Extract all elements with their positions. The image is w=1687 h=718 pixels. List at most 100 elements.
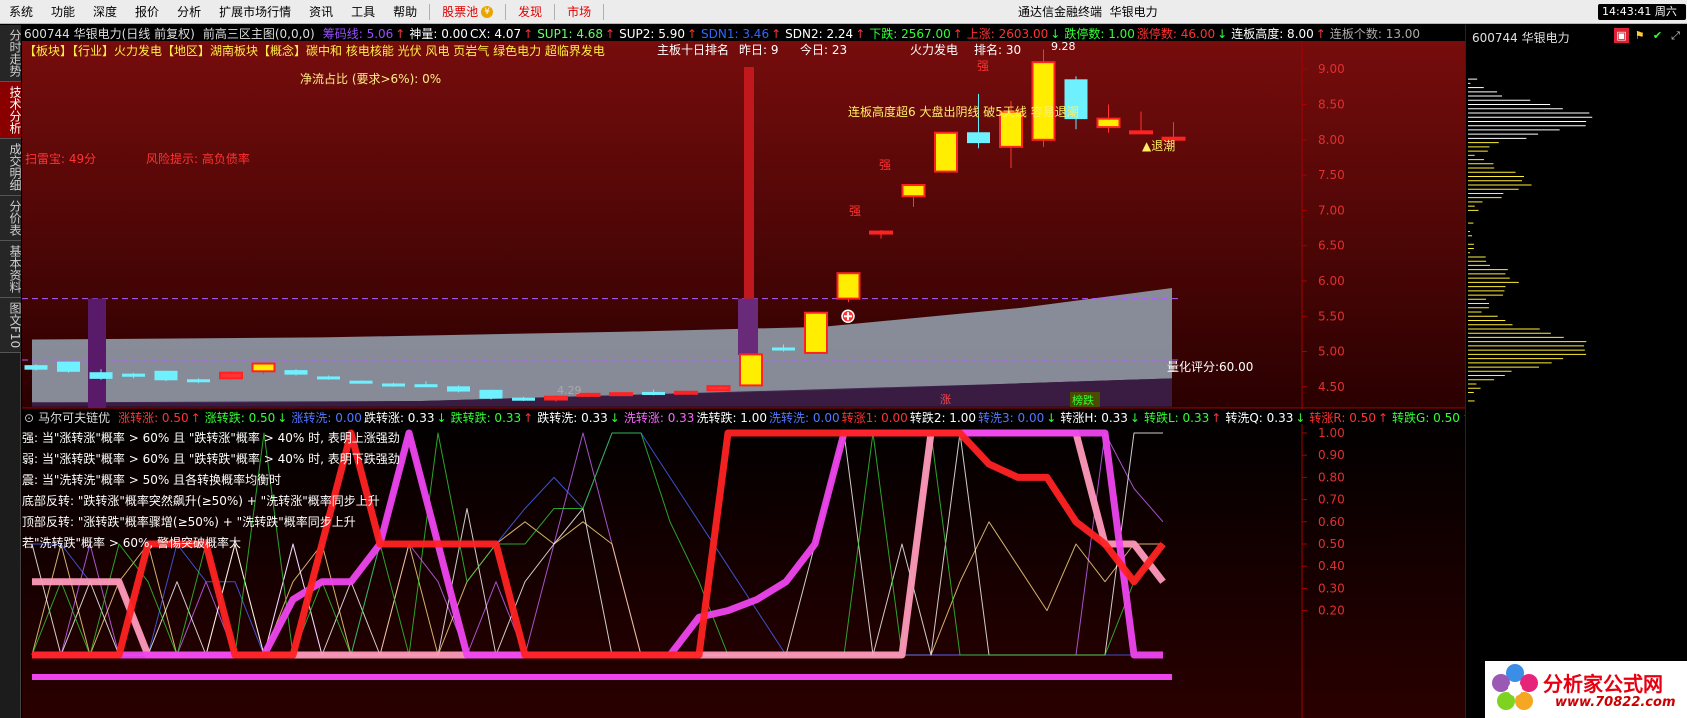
candle-body-up	[1031, 61, 1056, 141]
indicator-axis-label: 0.90	[1318, 448, 1345, 462]
menu-red-item-2[interactable]: 市场	[558, 0, 600, 24]
indicator-value: 转涨1: 0.00	[841, 411, 908, 425]
candle[interactable]	[836, 272, 861, 303]
retreat-label: ▲退潮	[1142, 138, 1175, 153]
strong-label: 强	[879, 158, 891, 172]
candle[interactable]	[24, 364, 48, 371]
menu-item-2[interactable]: 深度	[84, 0, 126, 24]
indicator-axis-label: 1.00	[1318, 426, 1345, 440]
candle[interactable]	[447, 385, 470, 393]
left-tab-0[interactable]: 分时走势	[0, 25, 22, 82]
candle[interactable]	[1031, 49, 1056, 147]
menu-item-1[interactable]: 功能	[42, 0, 84, 24]
candle[interactable]	[479, 389, 503, 400]
candle[interactable]	[706, 385, 731, 392]
indicator-note: 弱: 当"涨转跌"概率 > 60% 且 "跌转跌"概率 > 40% 时, 表明下…	[22, 452, 400, 466]
candle-body-down	[349, 380, 373, 384]
header-value: ↑	[395, 27, 406, 41]
kline-chart[interactable]: 9.00 8.50 8.00 7.50 7.00 6.50 6.00 5.50 5.00 4.50…	[22, 25, 1465, 718]
indicator-name[interactable]: 马尔可夫链优	[38, 411, 110, 425]
left-tab-3[interactable]: 分价表	[0, 196, 22, 241]
menu-red-item-0[interactable]: 股票池 ¥	[433, 0, 502, 24]
indicator-note: 若"洗转跌"概率 > 60%, 警惕突破概率大	[22, 536, 242, 550]
menu-red-item-1[interactable]: 发现	[509, 0, 551, 24]
candle-body-down	[187, 379, 210, 383]
header-value: ↑	[605, 27, 616, 41]
menu-item-7[interactable]: 工具	[342, 0, 384, 24]
indicator-value: 洗转洗: 0.00	[769, 411, 840, 425]
candle[interactable]	[219, 371, 243, 380]
purple-bar-mid	[738, 298, 758, 356]
menu-separator	[505, 3, 507, 20]
candle-body-up	[836, 272, 861, 300]
purple-bar-left	[88, 298, 106, 408]
menu-item-3[interactable]: 报价	[126, 0, 168, 24]
candle-body-down	[284, 370, 308, 375]
header-value: 连板高度: 8.00	[1231, 27, 1314, 41]
indicator-value: ↑	[190, 411, 201, 425]
candle-body-down	[89, 372, 113, 379]
candle[interactable]	[739, 353, 763, 387]
menu-item-8[interactable]: 帮助	[384, 0, 426, 24]
left-tab-2[interactable]: 成交明细	[0, 139, 22, 196]
right-panel: 600744 华银电力 ▣ ⚑ ✔ ⤢	[1465, 25, 1687, 718]
menu-item-6[interactable]: 资讯	[300, 0, 342, 24]
clock: 14:43:41 周六	[1598, 4, 1686, 20]
menu-item-4[interactable]: 分析	[168, 0, 210, 24]
candle[interactable]	[284, 369, 308, 376]
candle-body-down	[24, 365, 48, 370]
menu-item-0[interactable]: 系统	[0, 0, 42, 24]
flower-icon	[1492, 664, 1538, 710]
header-value: 筹码线: 5.06	[322, 27, 394, 41]
candle[interactable]	[934, 131, 958, 173]
candle-body-down	[154, 370, 178, 381]
indicator-value: 涨转跌: 0.50	[204, 411, 276, 425]
candle-body-down	[642, 391, 665, 395]
indicator-axis-label: 0.50	[1318, 537, 1345, 551]
candle-body-down	[479, 389, 503, 399]
left-tab-5[interactable]: 图文F10	[0, 298, 22, 354]
menu-separator	[603, 3, 605, 20]
candle[interactable]	[349, 380, 373, 384]
price-axis-label: 8.50	[1318, 98, 1345, 112]
candle-body-up	[804, 311, 828, 354]
candle-body-up	[674, 390, 698, 395]
indicator-value: 跌转洗: 0.33	[537, 411, 608, 425]
indicator-value: 转跌G: 0.50	[1392, 411, 1460, 425]
candle[interactable]	[609, 392, 633, 397]
rank-label: 主板十日排名	[657, 42, 729, 57]
header-value: ↑	[686, 27, 698, 41]
rank-yesterday: 昨日: 9	[739, 43, 779, 57]
indicator-axis-label: 0.20	[1318, 604, 1345, 618]
candle[interactable]	[804, 311, 828, 354]
indicator-value: 转跌2: 1.00	[909, 411, 977, 425]
indicator-value: 转洗3: 0.00	[978, 411, 1045, 425]
header-value: ↓	[1050, 27, 1061, 41]
rank-today: 今日: 23	[800, 42, 847, 57]
indicator-header: ⊙ 马尔可夫链优 涨转涨: 0.50 ↑ 涨转跌: 0.50 ↓ 涨转洗: 0.00 跌转涨:…	[24, 409, 1476, 426]
candle-body-up	[901, 183, 926, 198]
header-value: ↑	[855, 27, 866, 41]
left-tab-4[interactable]: 基本资料	[0, 241, 22, 298]
menu-item-5[interactable]: 扩展市场行情	[210, 0, 300, 24]
price-axis-label: 8.00	[1318, 133, 1345, 147]
candle[interactable]	[57, 361, 80, 373]
indicator-value: ↑	[1211, 411, 1222, 425]
candle-body-down	[57, 361, 80, 372]
candle-body-up	[706, 385, 731, 392]
candle[interactable]	[154, 370, 178, 382]
left-tab-1[interactable]: 技术分析	[0, 82, 22, 139]
indicator-value: 转涨H: 0.33	[1060, 411, 1128, 425]
indicator-value: 转洗Q: 0.33	[1225, 411, 1294, 425]
formula-name[interactable]: 前高三区主图(0,0,0)	[203, 27, 315, 41]
candle[interactable]	[674, 390, 698, 395]
indicator-value: ↓	[436, 411, 447, 425]
indicator-axis-label: 0.80	[1318, 470, 1345, 484]
indicator-settings-icon[interactable]: ⊙	[24, 411, 34, 425]
indicator-note: 底部反转: "跌转涨"概率突然飙升(≥50%) + "洗转涨"概率同步上升	[22, 494, 380, 508]
candle-body-up	[544, 395, 568, 401]
pattern-hint: 连板高度超6 大盘出阴线 破5天线 容易退潮	[848, 104, 1079, 119]
indicator-note: 强: 当"涨转涨"概率 > 60% 且 "跌转涨"概率 > 40% 时, 表明上…	[22, 431, 400, 445]
indicator-value: 洗转跌: 1.00	[696, 411, 768, 425]
candle-body-down	[382, 383, 405, 387]
